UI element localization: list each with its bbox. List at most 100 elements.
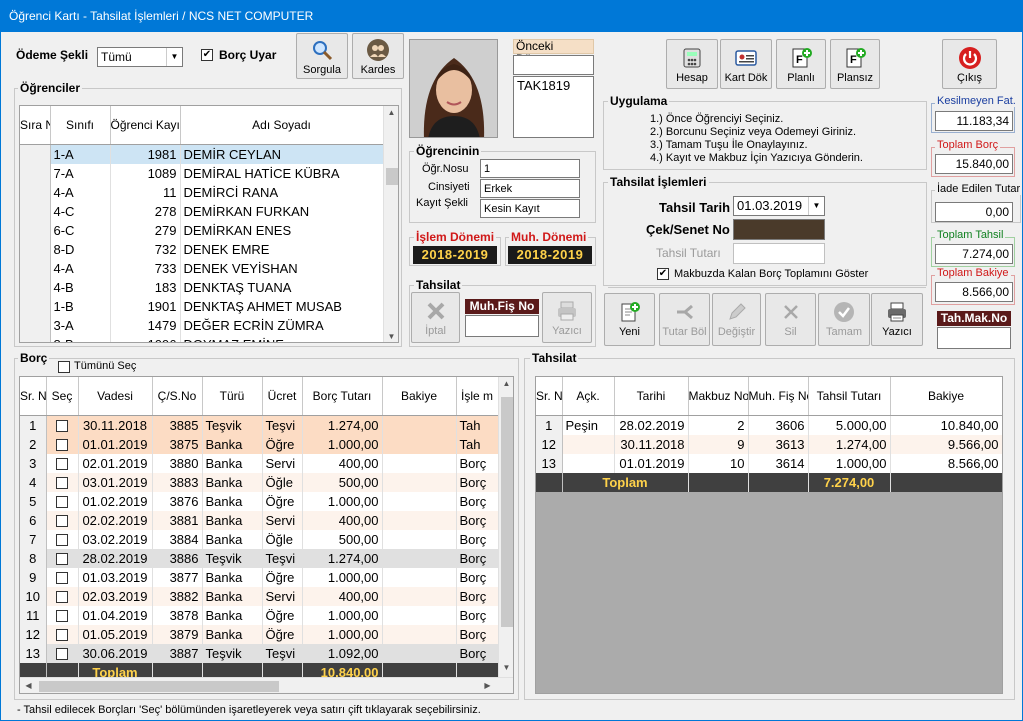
borc-row[interactable]: 1 30.11.2018 3885 Teşvik Teşvi 1.274,00 Tah	[20, 415, 499, 435]
borc-row[interactable]: 7 03.02.2019 3884 Banka Öğle 500,00 Borç	[20, 529, 499, 549]
sec-cell[interactable]	[46, 415, 79, 435]
sec-cell[interactable]	[46, 453, 79, 473]
scroll-left-icon[interactable]: ◀	[20, 681, 37, 690]
borc-row[interactable]: 5 01.02.2019 3876 Banka Öğre 1.000,00 Borç	[20, 491, 499, 511]
muh-fis-input[interactable]	[465, 315, 539, 337]
ogr-no-input[interactable]: 1	[480, 159, 580, 178]
tumunu-sec-checkbox[interactable]	[58, 361, 70, 373]
student-row[interactable]: 6-C 279 DEMİRKAN ENES	[20, 220, 384, 240]
tahsilat-grid[interactable]: Sr. No Açk. Tarihi Makbuz No Muh. Fiş No…	[535, 376, 1003, 694]
makbuz-checkbox[interactable]: ✔	[657, 268, 669, 280]
borc-vscroll[interactable]: ▲ ▼	[498, 377, 513, 677]
borc-row[interactable]: 3 02.01.2019 3880 Banka Servi 400,00 Borç	[20, 453, 499, 473]
toplam-borc-value[interactable]: 15.840,00	[935, 154, 1013, 174]
scroll-right-icon[interactable]: ▶	[479, 681, 496, 690]
borc-row[interactable]: 10 02.03.2019 3882 Banka Servi 400,00 Borç	[20, 586, 499, 606]
col-sr[interactable]: Sr. No	[20, 377, 47, 416]
sec-checkbox[interactable]	[56, 572, 68, 585]
sec-checkbox[interactable]	[56, 591, 68, 604]
scroll-thumb[interactable]	[39, 681, 279, 692]
tahsil-tarih-picker[interactable]: 01.03.2019 ▼	[733, 196, 825, 216]
borc-row[interactable]: 2 01.01.2019 3875 Banka Öğre 1.000,00 Tah	[20, 434, 499, 454]
sec-cell[interactable]	[46, 586, 79, 606]
onceki-donem-memo[interactable]: TAK1819	[513, 76, 594, 138]
sec-cell[interactable]	[46, 529, 79, 549]
tahsil-tutari-input[interactable]	[733, 243, 825, 264]
borc-row[interactable]: 6 02.02.2019 3881 Banka Servi 400,00 Borç	[20, 510, 499, 530]
student-row[interactable]: 4-A 733 DENEK VEYİSHAN	[20, 258, 384, 278]
sec-checkbox[interactable]	[56, 629, 68, 642]
ogrenciler-vscroll[interactable]: ▲ ▼	[383, 106, 398, 342]
student-row[interactable]: 8-B1096DOYMAZ EMİNE	[20, 334, 384, 342]
borc-row[interactable]: 13 30.06.2019 3887 Teşvik Teşvi 1.092,00 Borç	[20, 643, 499, 663]
cinsiyet-input[interactable]: Erkek	[480, 179, 580, 198]
borc-row[interactable]: 9 01.03.2019 3877 Banka Öğre 1.000,00 Borç	[20, 567, 499, 587]
iptal-button[interactable]: İptal	[411, 292, 460, 343]
sec-checkbox[interactable]	[56, 496, 68, 509]
tah-mak-input[interactable]	[937, 327, 1011, 349]
student-row[interactable]: 4-B 183 DENKTAŞ TUANA	[20, 277, 384, 297]
col-kayit[interactable]: Öğrenci Kayıt No	[110, 106, 181, 145]
row-header[interactable]	[20, 258, 51, 278]
student-row[interactable]: 1-B 1901 DENKTAŞ AHMET MUSAB	[20, 296, 384, 316]
student-row[interactable]: 4-C 278 DEMİRKAN FURKAN	[20, 201, 384, 221]
toplam-tahsil-value[interactable]: 7.274,00	[935, 244, 1013, 264]
sec-cell[interactable]	[46, 643, 79, 663]
borc-uyar-checkbox[interactable]: ✔	[201, 49, 213, 61]
sec-checkbox[interactable]	[56, 515, 68, 528]
row-header[interactable]	[20, 277, 51, 297]
row-header[interactable]	[20, 239, 51, 259]
scroll-up-icon[interactable]: ▲	[383, 108, 398, 117]
sec-cell[interactable]	[46, 567, 79, 587]
yazici-button[interactable]: Yazıcı	[871, 293, 923, 346]
cek-senet-input[interactable]	[733, 219, 825, 240]
kardes-button[interactable]: Kardes	[352, 33, 404, 79]
sec-cell[interactable]	[46, 510, 79, 530]
yazici-small-button[interactable]: Yazıcı	[542, 292, 592, 343]
sec-checkbox[interactable]	[56, 553, 68, 566]
sec-cell[interactable]	[46, 548, 79, 568]
sec-checkbox[interactable]	[56, 534, 68, 547]
row-header[interactable]	[20, 296, 51, 316]
col-sec[interactable]: Seç	[46, 377, 79, 416]
iade-value[interactable]: 0,00	[935, 202, 1013, 222]
scroll-down-icon[interactable]: ▼	[498, 663, 513, 672]
sec-cell[interactable]	[46, 491, 79, 511]
sec-cell[interactable]	[46, 472, 79, 492]
ogrenciler-grid[interactable]: Sıra No Sınıfı Öğrenci Kayıt No Adı Soya…	[19, 105, 399, 343]
sorgula-button[interactable]: Sorgula	[296, 33, 348, 79]
row-header[interactable]	[20, 182, 51, 202]
student-row[interactable]: 7-A 1089 DEMİRAL HATİCE KÜBRA	[20, 163, 384, 183]
sec-cell[interactable]	[46, 434, 79, 454]
col-tahsil-tutari[interactable]: Tahsil Tutarı	[808, 377, 891, 416]
yeni-button[interactable]: Yeni	[604, 293, 655, 346]
student-row[interactable]: 8-D 732 DENEK EMRE	[20, 239, 384, 259]
scroll-thumb[interactable]	[501, 397, 513, 627]
col-sinif[interactable]: Sınıfı	[50, 106, 111, 145]
kart-dok-button[interactable]: Kart Dök	[720, 39, 772, 89]
col-ack[interactable]: Açk.	[562, 377, 615, 416]
tamam-button[interactable]: Tamam	[818, 293, 870, 346]
borc-row[interactable]: 11 01.04.2019 3878 Banka Öğre 1.000,00 Borç	[20, 605, 499, 625]
tutar-bol-button[interactable]: Tutar Böl	[659, 293, 710, 346]
col-tur[interactable]: Türü	[202, 377, 263, 416]
sec-checkbox[interactable]	[56, 477, 68, 490]
row-header[interactable]	[20, 201, 51, 221]
tahsilat-row[interactable]: 1 Peşin 28.02.2019 2 3606 5.000,00 10.840,00	[536, 415, 1002, 435]
col-bakiye[interactable]: Bakiye	[382, 377, 457, 416]
hesap-button[interactable]: Hesap	[666, 39, 718, 89]
tahsilat-row[interactable]: 13 01.01.2019 10 3614 1.000,00 8.566,00	[536, 453, 1002, 473]
student-row[interactable]: 1-A 1981 DEMİR CEYLAN	[20, 144, 384, 164]
borc-grid[interactable]: Sr. No Seç Vadesi Ç/S.No Türü Ücret Borç…	[19, 376, 514, 694]
row-header[interactable]	[20, 315, 51, 335]
col-cs[interactable]: Ç/S.No	[152, 377, 203, 416]
col-makbuz[interactable]: Makbuz No	[688, 377, 749, 416]
row-header[interactable]	[20, 144, 51, 164]
sec-checkbox[interactable]	[56, 420, 68, 433]
sec-checkbox[interactable]	[56, 610, 68, 623]
row-header[interactable]	[20, 163, 51, 183]
degistir-button[interactable]: Değiştir	[712, 293, 761, 346]
borc-row[interactable]: 12 01.05.2019 3879 Banka Öğre 1.000,00 Borç	[20, 624, 499, 644]
borc-hscroll[interactable]: ◀ ▶	[20, 677, 513, 693]
borc-row[interactable]: 4 03.01.2019 3883 Banka Öğle 500,00 Borç	[20, 472, 499, 492]
